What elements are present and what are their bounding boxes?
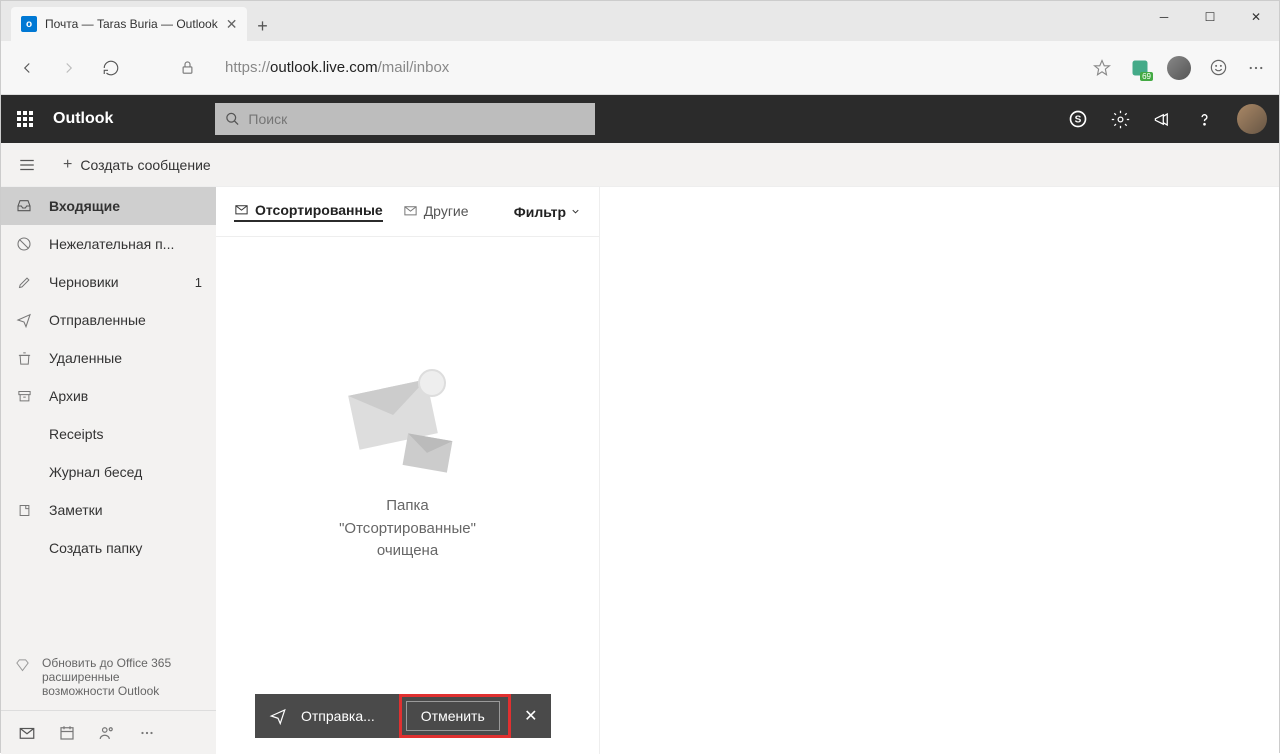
browser-profile-avatar[interactable] [1167, 56, 1191, 80]
tab-bar: o Почта — Taras Buria — Outlook ✕ + [1, 1, 1279, 41]
undo-send-button[interactable]: Отменить [406, 701, 500, 731]
other-icon [403, 203, 418, 218]
outlook-favicon-icon: o [21, 16, 37, 32]
waffle-icon [17, 111, 33, 127]
command-bar: + Создать сообщение [1, 143, 1279, 187]
folder-drafts[interactable]: Черновики 1 [1, 263, 216, 301]
url-field[interactable]: https://outlook.live.com/mail/inbox [215, 51, 1077, 85]
search-box[interactable] [215, 103, 595, 135]
close-window-button[interactable]: ✕ [1233, 1, 1279, 33]
new-message-button[interactable]: + Создать сообщение [53, 150, 221, 180]
empty-state: Папка "Отсортированные" очищена [216, 237, 599, 754]
folder-archive[interactable]: Архив [1, 377, 216, 415]
reading-pane [600, 187, 1279, 754]
send-icon [255, 707, 301, 725]
folder-notes[interactable]: Заметки [1, 491, 216, 529]
more-modules-button[interactable] [127, 713, 167, 753]
more-button[interactable] [1245, 57, 1267, 79]
address-bar: https://outlook.live.com/mail/inbox 69 [1, 41, 1279, 95]
chevron-down-icon [570, 206, 581, 217]
toast-close-button[interactable]: ✕ [511, 706, 551, 726]
tab-title: Почта — Taras Buria — Outlook [45, 17, 218, 31]
focused-tab[interactable]: Отсортированные [234, 202, 383, 222]
folder-junk[interactable]: Нежелательная п... [1, 225, 216, 263]
gear-icon [1111, 110, 1130, 129]
mail-module-button[interactable] [7, 713, 47, 753]
search-icon [225, 111, 240, 127]
forward-button[interactable] [55, 54, 83, 82]
help-button[interactable] [1183, 95, 1225, 143]
settings-button[interactable] [1099, 95, 1141, 143]
sending-toast: Отправка... Отменить ✕ [255, 694, 551, 738]
module-switcher [1, 710, 216, 754]
folder-deleted[interactable]: Удаленные [1, 339, 216, 377]
svg-text:S: S [1075, 114, 1082, 125]
account-avatar[interactable] [1237, 104, 1267, 134]
folder-receipts[interactable]: Receipts [1, 415, 216, 453]
message-list-pane: Отсортированные Другие Фильтр Папка "Отс… [216, 187, 600, 754]
create-folder-button[interactable]: Создать папку [1, 529, 216, 567]
minimize-button[interactable]: ─ [1141, 1, 1187, 33]
note-icon [15, 503, 33, 518]
toast-message: Отправка... [301, 708, 399, 724]
empty-envelope-icon [348, 367, 468, 477]
other-tab[interactable]: Другие [403, 203, 469, 221]
skype-button[interactable]: S [1057, 95, 1099, 143]
maximize-button[interactable]: ☐ [1187, 1, 1233, 33]
folder-conversation-history[interactable]: Журнал бесед [1, 453, 216, 491]
archive-icon [15, 389, 33, 404]
diamond-icon [15, 656, 30, 698]
filter-button[interactable]: Фильтр [514, 204, 581, 220]
tab-close-button[interactable]: ✕ [226, 16, 238, 33]
browser-tab[interactable]: o Почта — Taras Buria — Outlook ✕ [11, 7, 247, 41]
inbox-icon [15, 198, 33, 214]
pencil-icon [15, 275, 33, 290]
feedback-icon[interactable] [1207, 57, 1229, 79]
block-icon [15, 236, 33, 252]
back-button[interactable] [13, 54, 41, 82]
whats-new-button[interactable] [1141, 95, 1183, 143]
hamburger-button[interactable] [11, 156, 43, 174]
focused-icon [234, 202, 249, 217]
new-tab-button[interactable]: + [247, 11, 277, 41]
main-region: Входящие Нежелательная п... Черновики 1 … [1, 187, 1279, 754]
new-message-label: Создать сообщение [80, 157, 210, 173]
people-module-button[interactable] [87, 713, 127, 753]
folder-inbox[interactable]: Входящие [1, 187, 216, 225]
plus-icon: + [63, 156, 72, 174]
app-header: Outlook S [1, 95, 1279, 143]
favorite-button[interactable] [1091, 57, 1113, 79]
upgrade-banner[interactable]: Обновить до Office 365 расширенные возмо… [1, 644, 216, 710]
folder-sent[interactable]: Отправленные [1, 301, 216, 339]
app-launcher-button[interactable] [1, 95, 49, 143]
trash-icon [15, 351, 33, 366]
brand-label: Outlook [49, 110, 125, 128]
inbox-pivot: Отсортированные Другие Фильтр [216, 187, 599, 237]
send-icon [15, 312, 33, 328]
megaphone-icon [1153, 110, 1172, 129]
window-controls: ─ ☐ ✕ [1141, 1, 1279, 33]
refresh-button[interactable] [97, 54, 125, 82]
search-input[interactable] [248, 111, 585, 127]
browser-chrome: ─ ☐ ✕ o Почта — Taras Buria — Outlook ✕ … [1, 1, 1279, 95]
lock-icon [173, 54, 201, 82]
skype-icon: S [1068, 109, 1088, 129]
extension-icon[interactable]: 69 [1129, 57, 1151, 79]
calendar-module-button[interactable] [47, 713, 87, 753]
help-icon [1195, 110, 1214, 129]
folder-sidebar: Входящие Нежелательная п... Черновики 1 … [1, 187, 216, 754]
